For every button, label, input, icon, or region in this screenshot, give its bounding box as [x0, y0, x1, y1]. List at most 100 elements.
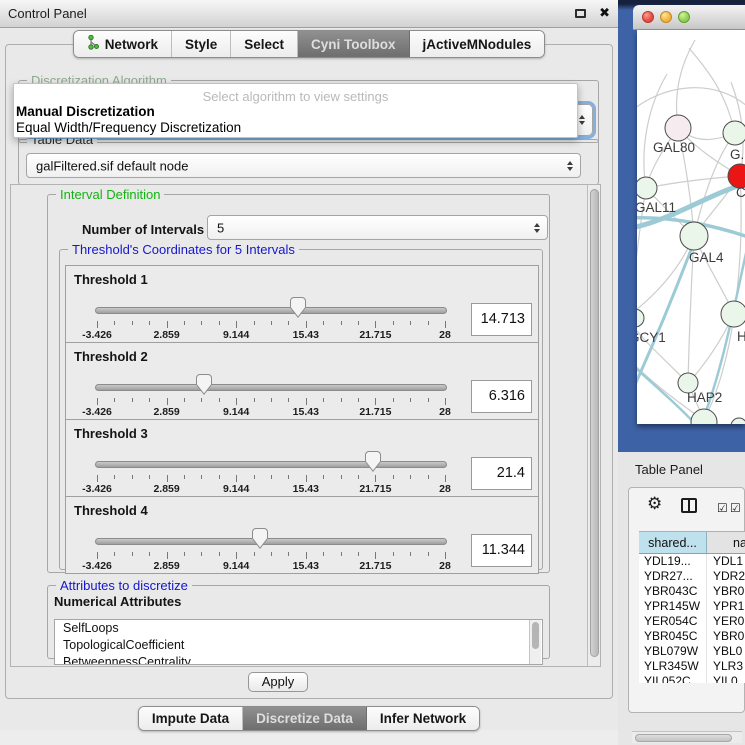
tick-mark: [358, 321, 359, 325]
tab-cyni-toolbox[interactable]: Cyni Toolbox: [298, 31, 410, 57]
threshold-3-value-field[interactable]: 21.4: [471, 457, 532, 490]
tick-label: 2.859: [153, 329, 179, 341]
tab-label: Cyni Toolbox: [311, 37, 396, 52]
network-node-gal4[interactable]: [680, 222, 708, 250]
column-header-name[interactable]: na: [707, 532, 745, 553]
threshold-2-value-field[interactable]: 6.316: [471, 380, 532, 413]
split-columns-icon[interactable]: [681, 498, 697, 513]
tab-network[interactable]: Network: [74, 31, 172, 57]
checked-checkbox-icon[interactable]: ☑: [730, 501, 741, 515]
tick-mark: [323, 475, 324, 479]
table-row[interactable]: YER054CYER0: [639, 614, 745, 629]
threshold-4-slider-thumb[interactable]: [252, 528, 268, 549]
cell-shared-name: YER054C: [639, 614, 707, 629]
tick-mark: [254, 475, 255, 479]
tab-jactivemnodules[interactable]: jActiveMNodules: [410, 31, 545, 57]
table-row[interactable]: YLR345WYLR3: [639, 659, 745, 674]
attributes-list-scrollbar[interactable]: [529, 620, 541, 664]
num-intervals-combo[interactable]: 5: [207, 215, 548, 240]
dropdown-placeholder: Select algorithm to view settings: [14, 89, 577, 104]
tick-label: -3.426: [82, 560, 112, 572]
table-rows: YDL19...YDL1YDR27...YDR2YBR043CYBR0YPR14…: [639, 554, 745, 683]
dropdown-option-equal-width-frequency[interactable]: Equal Width/Frequency Discretization: [16, 120, 241, 135]
network-edge[interactable]: [646, 176, 740, 188]
minimize-traffic-light-icon[interactable]: [660, 11, 672, 23]
network-node[interactable]: [731, 418, 745, 424]
network-canvas[interactable]: GAL80G.CGAL11GAL4GCY1HHAP2: [637, 30, 745, 424]
tick-mark: [184, 398, 185, 402]
tick-mark: [97, 552, 98, 559]
tick-mark: [288, 475, 289, 479]
tick-mark: [358, 398, 359, 402]
network-node-g[interactable]: [723, 121, 745, 145]
threshold-3-slider-thumb[interactable]: [365, 451, 381, 472]
tick-mark: [341, 321, 342, 325]
tick-mark: [167, 475, 168, 482]
tick-mark: [271, 552, 272, 556]
network-edge[interactable]: [689, 48, 735, 133]
tick-mark: [254, 321, 255, 325]
cell-name: YPR1: [707, 599, 745, 614]
tick-mark: [114, 321, 115, 325]
stepper-down-icon: [567, 167, 573, 171]
scrollbar-thumb[interactable]: [635, 734, 732, 742]
table-row[interactable]: YIL052CYIL0: [639, 674, 745, 683]
column-header-shared-name[interactable]: shared...: [639, 532, 707, 553]
threshold-1-value-field[interactable]: 14.713: [471, 303, 532, 336]
node-label: H: [737, 329, 745, 344]
tick-mark: [323, 321, 324, 325]
tab-label: Style: [185, 37, 217, 52]
table-row[interactable]: YBR043CYBR0: [639, 584, 745, 599]
threshold-3-panel: Threshold 3-3.4262.8599.14415.4321.71528…: [65, 419, 539, 497]
tab-style[interactable]: Style: [172, 31, 231, 57]
network-edge[interactable]: [644, 74, 667, 188]
tab-select[interactable]: Select: [231, 31, 298, 57]
tick-mark: [306, 398, 307, 405]
checked-checkbox-icon[interactable]: ☑: [717, 501, 728, 515]
network-node-h[interactable]: [721, 301, 745, 327]
zoom-traffic-light-icon[interactable]: [678, 11, 690, 23]
numerical-attributes-list[interactable]: SelfLoopsTopologicalCoefficientBetweenne…: [54, 619, 543, 665]
scrollbar-thumb[interactable]: [532, 622, 539, 649]
table-row[interactable]: YDL19...YDL1: [639, 554, 745, 569]
tick-mark: [393, 321, 394, 325]
tick-mark: [375, 475, 376, 482]
attribute-item-betweennesscentrality[interactable]: BetweennessCentrality: [55, 654, 542, 665]
tick-mark: [219, 398, 220, 402]
table-horizontal-scrollbar[interactable]: [632, 731, 742, 743]
tick-mark: [271, 321, 272, 325]
tick-mark: [341, 475, 342, 479]
float-window-icon[interactable]: [575, 9, 586, 18]
network-node-gal80[interactable]: [665, 115, 691, 141]
threshold-1-panel: Threshold 1-3.4262.8599.14415.4321.71528…: [65, 265, 539, 343]
network-node[interactable]: [691, 409, 717, 424]
threshold-1-slider-thumb[interactable]: [290, 297, 306, 318]
threshold-2-slider-thumb[interactable]: [196, 374, 212, 395]
settings-vertical-scrollbar[interactable]: [587, 185, 600, 666]
tick-label: 21.715: [359, 329, 391, 341]
subtab-discretize-data[interactable]: Discretize Data: [243, 707, 367, 730]
close-traffic-light-icon[interactable]: [642, 11, 654, 23]
attribute-item-topologicalcoefficient[interactable]: TopologicalCoefficient: [55, 637, 542, 654]
network-node-gcy1[interactable]: [637, 309, 644, 327]
attribute-item-selfloops[interactable]: SelfLoops: [55, 620, 542, 637]
table-data-combo[interactable]: galFiltered.sif default node: [26, 153, 581, 178]
subtab-infer-network[interactable]: Infer Network: [367, 707, 479, 730]
close-icon[interactable]: ✖: [599, 5, 610, 21]
dropdown-option-manual-discretization[interactable]: Manual Discretization: [16, 104, 155, 119]
tick-mark: [254, 552, 255, 556]
table-row[interactable]: YBR045CYBR0: [639, 629, 745, 644]
table-row[interactable]: YDR27...YDR2: [639, 569, 745, 584]
subtab-impute-data[interactable]: Impute Data: [139, 707, 243, 730]
network-node-gal11[interactable]: [637, 177, 657, 199]
cell-shared-name: YDL19...: [639, 554, 707, 569]
tick-mark: [167, 321, 168, 328]
gear-icon[interactable]: ⚙: [647, 494, 662, 514]
table-row[interactable]: YPR145WYPR1: [639, 599, 745, 614]
scrollbar-thumb[interactable]: [590, 189, 599, 657]
table-panel-box: ⚙ ☑ ☑ shared... na YDL19...YDL1YDR27...Y…: [628, 487, 745, 713]
slider-ticks: -3.4262.8599.14415.4321.71528: [66, 420, 538, 496]
table-row[interactable]: YBL079WYBL0: [639, 644, 745, 659]
threshold-4-value-field[interactable]: 11.344: [471, 534, 532, 567]
apply-button[interactable]: Apply: [248, 672, 308, 692]
